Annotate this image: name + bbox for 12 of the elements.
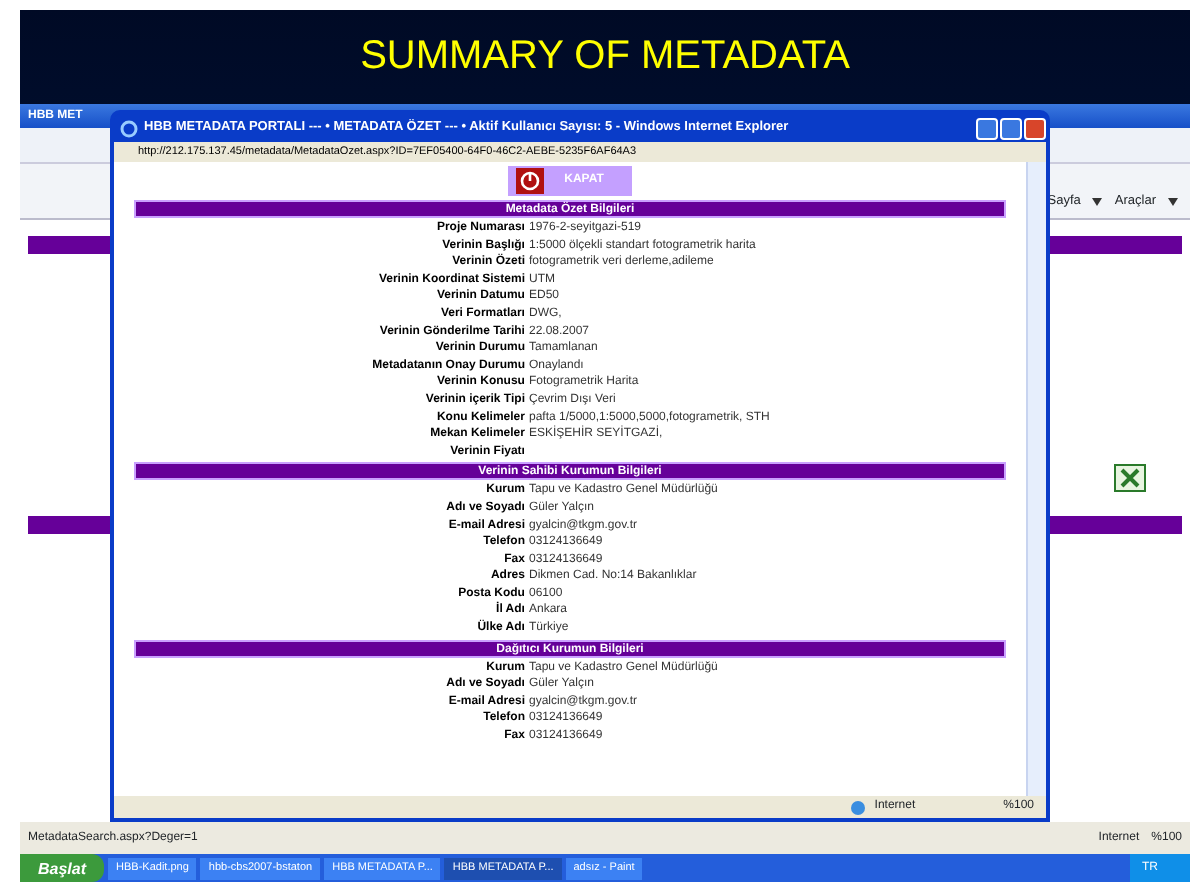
close-button[interactable] [1024,117,1046,139]
globe-icon [850,799,867,815]
scroll-bar[interactable] [1026,162,1046,796]
power-icon [516,168,545,194]
caret-icon [1168,197,1178,205]
maximize-button[interactable] [1000,117,1022,139]
spreadsheet-icon[interactable] [1114,464,1146,492]
slide-title: SUMMARY OF METADATA [358,32,852,82]
caret-icon [1092,197,1103,205]
browser-icon [120,119,138,137]
start-button[interactable]: Başlat [20,854,105,882]
minimize-button[interactable] [976,117,998,139]
